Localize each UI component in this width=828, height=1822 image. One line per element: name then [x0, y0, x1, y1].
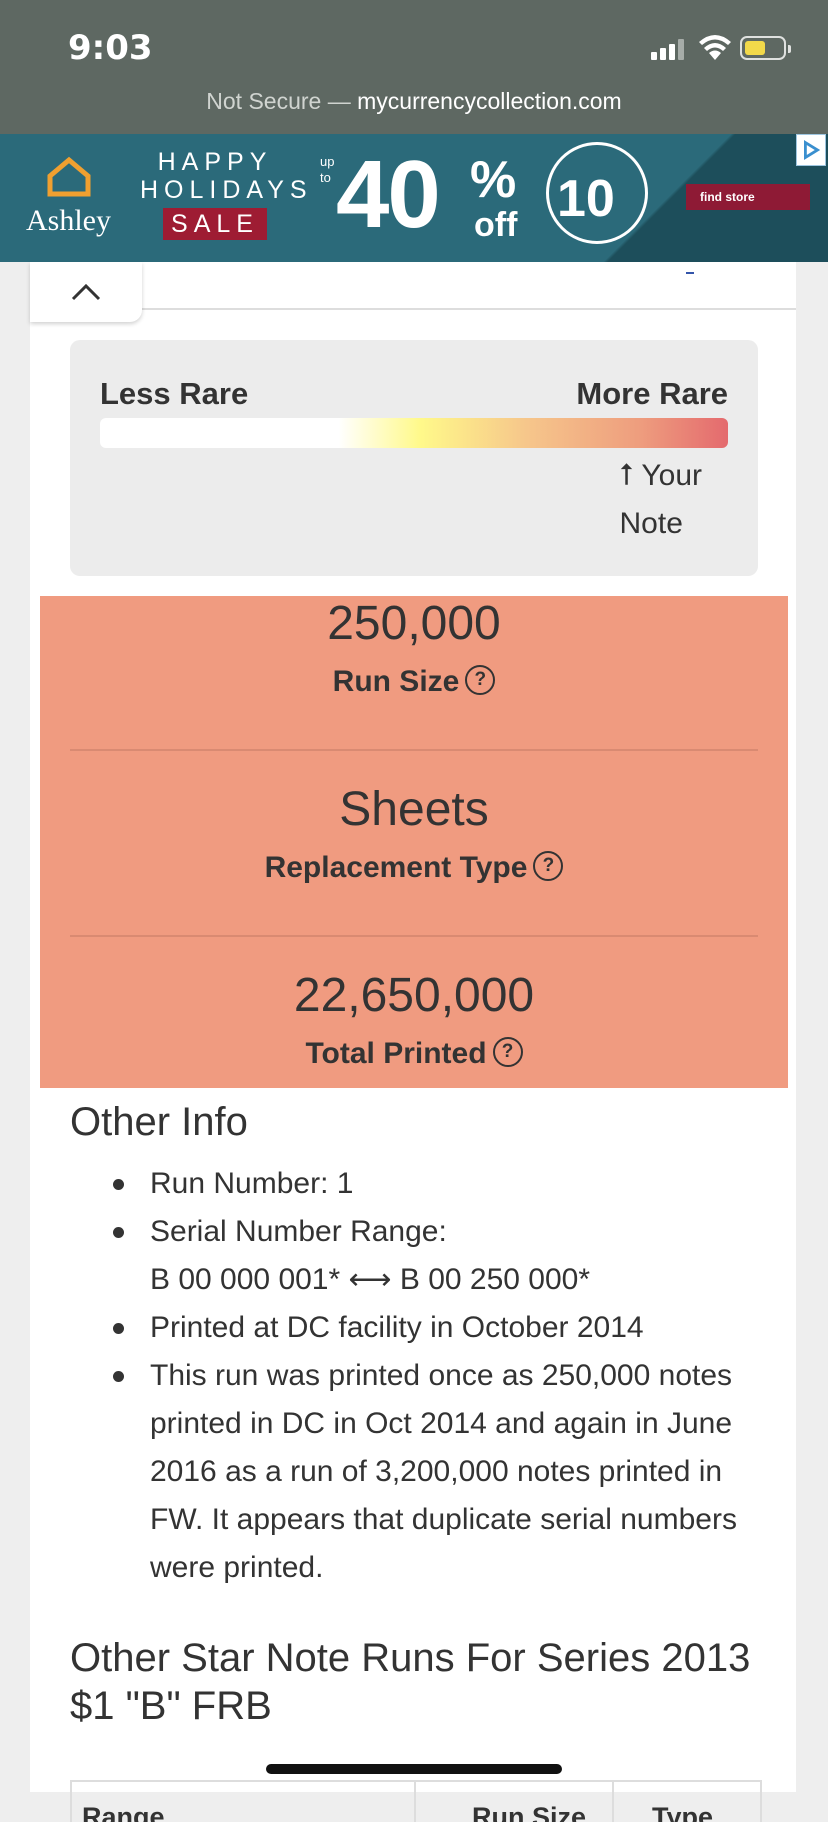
serial-range: B 00 000 001* ⟷ B 00 250 000* — [150, 1263, 591, 1296]
total-printed-label: Total Printed — [305, 1037, 487, 1070]
list-item: Serial Number Range: B 00 000 001* ⟷ B 0… — [70, 1208, 770, 1304]
column-header-range[interactable]: Range — [82, 1802, 165, 1822]
serial-label: Serial Number Range: — [150, 1215, 447, 1248]
column-header-run-size[interactable]: Run Size — [472, 1802, 586, 1822]
list-item: Run Number: 1 — [70, 1160, 770, 1208]
stat-total-printed: 22,650,000 Total Printed? — [40, 968, 788, 1071]
run-note-text: This run was printed once as 250,000 not… — [150, 1359, 737, 1584]
chevron-up-icon — [71, 283, 101, 301]
ad-percent: % — [470, 151, 517, 209]
rarity-bar — [100, 418, 728, 448]
less-rare-label: Less Rare — [100, 376, 249, 411]
other-runs-table: Range Run Size Type — [70, 1780, 762, 1822]
stat-replacement-type: Sheets Replacement Type? — [40, 782, 788, 885]
ad-discount: 40 — [336, 141, 441, 248]
not-secure-label: Not Secure — — [206, 88, 351, 114]
run-size-label: Run Size — [332, 665, 460, 698]
page-content: Less Rare More Rare ⭡ Your Note 250,000 … — [30, 262, 796, 1822]
list-item: This run was printed once as 250,000 not… — [70, 1352, 770, 1592]
your-note-marker: ⭡ Your Note — [620, 452, 703, 548]
url-bar[interactable]: Not Secure — mycurrencycollection.com — [0, 88, 828, 115]
ad-brand: Ashley — [26, 204, 111, 237]
column-header-type[interactable]: Type — [652, 1802, 713, 1822]
total-printed-value: 22,650,000 — [293, 969, 535, 1022]
run-size-value: 250,000 — [327, 597, 501, 650]
find-store-button[interactable]: find store — [686, 184, 810, 210]
other-info-list: Run Number: 1 Serial Number Range: B 00 … — [70, 1160, 770, 1592]
your-note-label-2: Note — [619, 507, 683, 540]
ad-banner[interactable]: Ashley HAPPY HOLIDAYS SALE up to 40 % of… — [0, 134, 828, 262]
run-number-text: Run Number: 1 — [150, 1167, 354, 1200]
printed-at-text: Printed at DC facility in October 2014 — [150, 1311, 644, 1344]
ad-happy-holidays: HAPPY HOLIDAYS — [140, 148, 313, 204]
help-icon[interactable]: ? — [465, 665, 496, 696]
domain-label: mycurrencycollection.com — [357, 88, 622, 114]
replacement-type-value: Sheets — [339, 783, 489, 836]
your-note-label: Your — [641, 459, 703, 492]
help-icon[interactable]: ? — [492, 1037, 523, 1068]
list-item: Printed at DC facility in October 2014 — [70, 1304, 770, 1352]
more-rare-label: More Rare — [576, 376, 728, 411]
ad-extra-badge: 10 — [546, 142, 648, 244]
stat-run-size: 250,000 Run Size? — [40, 596, 788, 699]
stats-panel: 250,000 Run Size? Sheets Replacement Typ… — [40, 596, 788, 1088]
other-info-heading: Other Info — [70, 1100, 248, 1144]
ad-sale: SALE — [163, 208, 267, 240]
replacement-type-label: Replacement Type — [264, 851, 528, 884]
house-logo-icon — [47, 156, 91, 197]
ad-off: off — [474, 206, 518, 244]
collapse-ad-button[interactable] — [30, 262, 142, 322]
clock: 9:03 — [68, 28, 153, 68]
home-indicator[interactable] — [266, 1764, 562, 1774]
adchoices-icon[interactable] — [796, 134, 826, 166]
wifi-icon — [699, 35, 731, 60]
other-runs-heading: Other Star Note Runs For Series 2013 $1 … — [70, 1636, 751, 1728]
ad-extra-value: 10 — [557, 170, 615, 228]
header-divider — [116, 308, 796, 310]
help-icon[interactable]: ? — [533, 851, 564, 882]
rarity-meter: Less Rare More Rare ⭡ Your Note — [70, 340, 758, 576]
up-arrow-icon: ⭡ — [619, 459, 634, 492]
status-bar: 9:03 Not Secure — mycurrencycollection.c… — [0, 0, 828, 134]
battery-icon — [740, 36, 791, 60]
cellular-signal-icon — [651, 38, 685, 60]
